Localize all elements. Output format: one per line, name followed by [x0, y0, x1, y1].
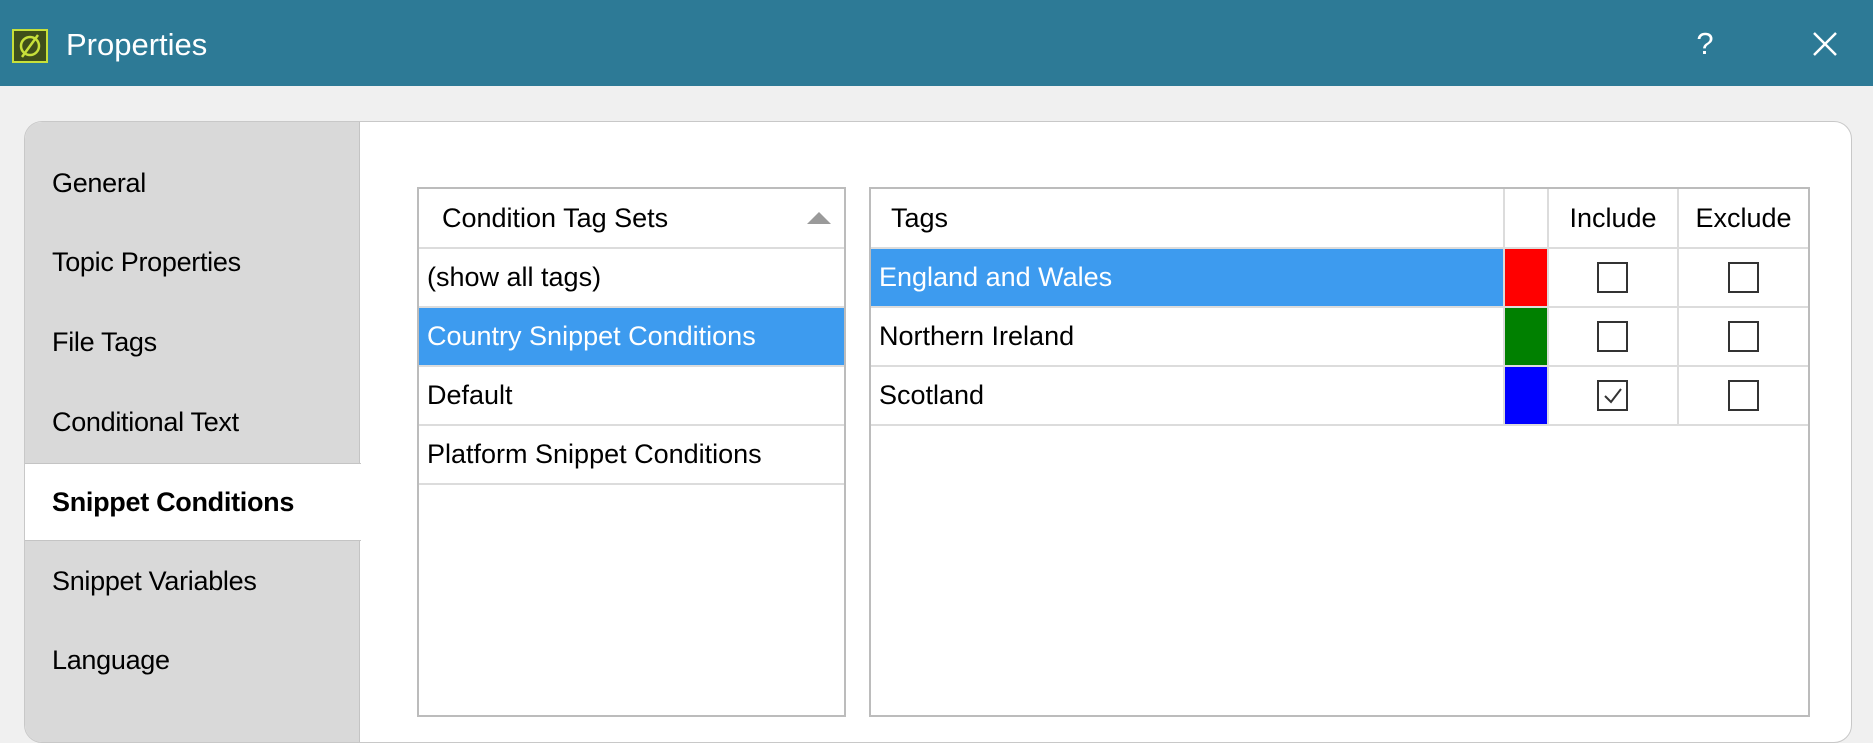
- exclude-cell: [1677, 367, 1808, 424]
- tag-set-item-show-all[interactable]: (show all tags): [419, 249, 844, 308]
- exclude-cell: [1677, 249, 1808, 306]
- table-row[interactable]: England and Wales: [871, 249, 1808, 308]
- tag-set-item-platform-snippet-conditions[interactable]: Platform Snippet Conditions: [419, 426, 844, 485]
- exclude-checkbox[interactable]: [1727, 261, 1759, 293]
- sidebar-item-language[interactable]: Language: [25, 622, 359, 698]
- tag-color-swatch: [1503, 308, 1547, 365]
- include-checkbox[interactable]: [1597, 320, 1628, 352]
- column-header-tags[interactable]: Tags: [871, 189, 1503, 247]
- sidebar-item-snippet-variables[interactable]: Snippet Variables: [25, 543, 359, 619]
- sidebar-item-topic-properties[interactable]: Topic Properties: [25, 224, 359, 300]
- exclude-cell: [1677, 308, 1808, 365]
- condition-tag-sets-list[interactable]: Condition Tag Sets (show all tags) Count…: [417, 187, 846, 717]
- app-logo-icon: [12, 29, 48, 63]
- include-checkbox[interactable]: [1597, 379, 1628, 411]
- column-header-include[interactable]: Include: [1547, 189, 1677, 247]
- close-icon: [1813, 32, 1837, 56]
- tag-color-swatch: [1503, 249, 1547, 306]
- sidebar-nav: General Topic Properties File Tags Condi…: [25, 122, 361, 742]
- tag-set-item-country-snippet-conditions[interactable]: Country Snippet Conditions: [419, 308, 844, 367]
- tags-grid[interactable]: Tags Include Exclude England and Wales N…: [869, 187, 1810, 717]
- tag-name: Northern Ireland: [879, 321, 1075, 351]
- include-checkbox[interactable]: [1597, 261, 1628, 293]
- include-cell: [1547, 249, 1677, 306]
- sidebar-item-snippet-conditions[interactable]: Snippet Conditions: [25, 463, 361, 541]
- sidebar-item-conditional-text[interactable]: Conditional Text: [25, 384, 359, 460]
- close-button[interactable]: [1805, 24, 1845, 64]
- sidebar-item-file-tags[interactable]: File Tags: [25, 304, 359, 380]
- table-row[interactable]: Scotland: [871, 367, 1808, 426]
- include-cell: [1547, 308, 1677, 365]
- exclude-checkbox[interactable]: [1727, 379, 1759, 411]
- tag-name: Scotland: [879, 380, 985, 410]
- window-title: Properties: [66, 27, 208, 62]
- column-header-color[interactable]: [1503, 189, 1547, 247]
- table-row[interactable]: Northern Ireland: [871, 308, 1808, 367]
- checkmark-icon: [1604, 387, 1622, 404]
- condition-tag-sets-header-label: Condition Tag Sets: [442, 203, 669, 233]
- column-header-exclude[interactable]: Exclude: [1677, 189, 1808, 247]
- include-cell: [1547, 367, 1677, 424]
- tag-name: England and Wales: [871, 249, 1503, 306]
- exclude-checkbox[interactable]: [1727, 320, 1759, 352]
- help-button[interactable]: ?: [1690, 24, 1720, 64]
- sidebar-item-general[interactable]: General: [25, 145, 359, 221]
- title-bar: Properties ?: [0, 0, 1873, 86]
- sort-ascending-icon: [807, 212, 831, 224]
- tag-set-item-default[interactable]: Default: [419, 367, 844, 426]
- tag-color-swatch: [1503, 367, 1547, 424]
- condition-tag-sets-header[interactable]: Condition Tag Sets: [419, 189, 844, 249]
- tags-grid-header: Tags Include Exclude: [871, 189, 1808, 249]
